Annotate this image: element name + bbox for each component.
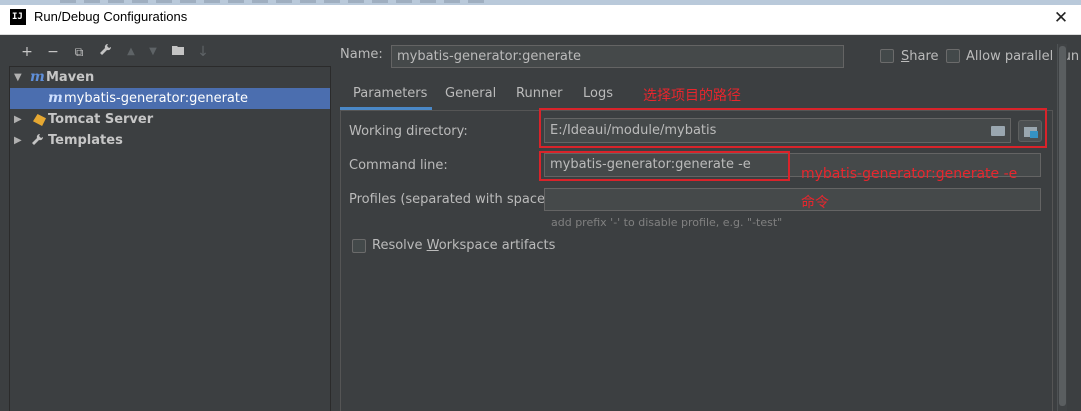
configurations-pane: + − ⧉ ▲ ▼ ↓ ▼ m Maven m mybatis-generato… xyxy=(9,36,332,411)
resolve-workspace-checkbox[interactable] xyxy=(352,239,366,253)
sort-icon[interactable]: ↓ xyxy=(193,42,213,62)
tree-item-label: Templates xyxy=(48,133,123,148)
app-icon: IJ xyxy=(10,9,26,25)
expand-arrow-icon[interactable]: ▶ xyxy=(14,109,26,130)
name-label: Name: xyxy=(340,47,383,62)
tree-item-templates[interactable]: ▶ Templates xyxy=(10,130,330,151)
new-folder-icon[interactable] xyxy=(169,42,189,62)
tab-logs[interactable]: Logs xyxy=(583,81,613,111)
name-input[interactable]: mybatis-generator:generate xyxy=(391,45,844,68)
collapse-arrow-icon[interactable]: ▼ xyxy=(14,67,26,88)
tree-item-label: mybatis-generator:generate xyxy=(64,91,248,106)
window-title: Run/Debug Configurations xyxy=(34,9,188,24)
tree-item-label: Maven xyxy=(46,70,95,85)
tab-runner[interactable]: Runner xyxy=(516,81,563,111)
maven-config-icon: m xyxy=(48,90,63,106)
configurations-tree: ▼ m Maven m mybatis-generator:generate ▶… xyxy=(9,66,331,411)
vertical-scrollbar[interactable] xyxy=(1057,44,1067,411)
window-titlebar: IJ Run/Debug Configurations ✕ xyxy=(0,0,1081,35)
move-up-icon[interactable]: ▲ xyxy=(121,42,141,62)
move-down-icon[interactable]: ▼ xyxy=(143,42,163,62)
working-directory-label: Working directory: xyxy=(349,124,468,139)
maven-icon: m xyxy=(30,69,45,85)
profiles-input[interactable] xyxy=(544,188,1041,211)
resolve-workspace-label: Resolve Workspace artifacts xyxy=(372,238,556,253)
scrollbar-thumb[interactable] xyxy=(1059,46,1066,406)
wrench-icon xyxy=(31,130,44,151)
tree-item-mybatis-generator[interactable]: m mybatis-generator:generate xyxy=(10,88,330,109)
remove-icon[interactable]: − xyxy=(43,42,63,62)
tomcat-icon xyxy=(33,114,46,126)
tab-general[interactable]: General xyxy=(445,81,496,111)
annotation-command-note-2: 命令 xyxy=(801,195,829,211)
share-label: Share xyxy=(901,49,939,64)
tree-item-maven[interactable]: ▼ m Maven xyxy=(10,67,330,88)
annotation-command-note: mybatis-generator:generate -e xyxy=(801,166,1018,182)
configurations-toolbar: + − ⧉ ▲ ▼ ↓ xyxy=(9,42,332,62)
command-line-label: Command line: xyxy=(349,158,448,173)
annotation-box-command-line xyxy=(539,151,790,181)
allow-parallel-checkbox[interactable] xyxy=(946,49,960,63)
annotation-box-working-directory xyxy=(539,108,1047,148)
background-window-strip xyxy=(0,0,1081,5)
profiles-hint: add prefix '-' to disable profile, e.g. … xyxy=(551,216,783,229)
close-icon[interactable]: ✕ xyxy=(1041,3,1081,33)
edit-defaults-icon[interactable] xyxy=(95,42,115,62)
tree-item-label: Tomcat Server xyxy=(48,112,154,127)
add-icon[interactable]: + xyxy=(17,42,37,62)
profiles-label: Profiles (separated with space): xyxy=(349,192,555,207)
tree-item-tomcat[interactable]: ▶ Tomcat Server xyxy=(10,109,330,130)
share-checkbox[interactable] xyxy=(880,49,894,63)
copy-icon[interactable]: ⧉ xyxy=(69,42,89,62)
expand-arrow-icon[interactable]: ▶ xyxy=(14,130,26,151)
annotation-path-note: 选择项目的路径 xyxy=(643,88,741,104)
